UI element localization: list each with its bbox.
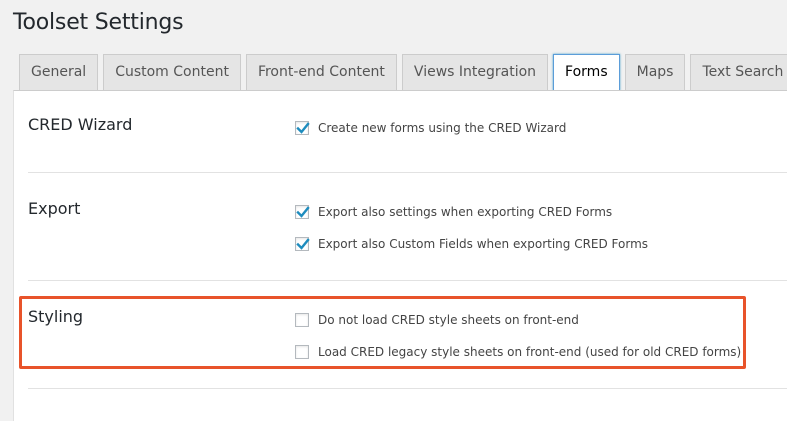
option-label: Export also Custom Fields when exporting… <box>318 237 649 251</box>
option-export-settings[interactable]: Export also settings when exporting CRED… <box>295 203 612 221</box>
tab-front-end-content[interactable]: Front-end Content <box>245 54 397 90</box>
option-label: Load CRED legacy style sheets on front-e… <box>318 345 742 359</box>
tab-views-integration[interactable]: Views Integration <box>401 54 549 90</box>
option-label: Create new forms using the CRED Wizard <box>318 121 567 135</box>
option-export-custom-fields[interactable]: Export also Custom Fields when exporting… <box>295 235 648 253</box>
option-disable-style-sheets[interactable]: Do not load CRED style sheets on front-e… <box>295 311 579 329</box>
checkmark-icon <box>296 206 310 218</box>
section-title-export: Export <box>28 199 81 218</box>
checkbox-legacy-style-sheets[interactable] <box>295 345 309 359</box>
settings-tabs: General Custom Content Front-end Content… <box>19 54 787 91</box>
checkbox-export-custom-fields[interactable] <box>295 237 310 251</box>
option-label: Do not load CRED style sheets on front-e… <box>318 313 579 327</box>
section-divider <box>28 280 787 281</box>
tab-forms[interactable]: Forms <box>553 54 620 91</box>
tab-text-search[interactable]: Text Search <box>690 54 787 90</box>
option-label: Export also settings when exporting CRED… <box>318 205 613 219</box>
section-divider <box>28 388 787 389</box>
checkbox-create-with-wizard[interactable] <box>295 121 310 135</box>
checkbox-export-settings[interactable] <box>295 205 310 219</box>
option-legacy-style-sheets[interactable]: Load CRED legacy style sheets on front-e… <box>295 343 741 361</box>
checkmark-icon <box>296 122 310 134</box>
tab-general[interactable]: General <box>19 54 99 90</box>
page-title: Toolset Settings <box>13 10 184 35</box>
option-create-with-wizard[interactable]: Create new forms using the CRED Wizard <box>295 119 566 137</box>
settings-panel: CRED Wizard Create new forms using the C… <box>13 90 787 421</box>
checkbox-disable-style-sheets[interactable] <box>295 313 309 327</box>
tab-custom-content[interactable]: Custom Content <box>103 54 241 90</box>
section-title-cred-wizard: CRED Wizard <box>28 115 133 134</box>
tab-maps[interactable]: Maps <box>624 54 686 90</box>
section-title-styling: Styling <box>28 307 84 326</box>
checkmark-icon <box>296 238 310 250</box>
section-divider <box>28 172 787 173</box>
